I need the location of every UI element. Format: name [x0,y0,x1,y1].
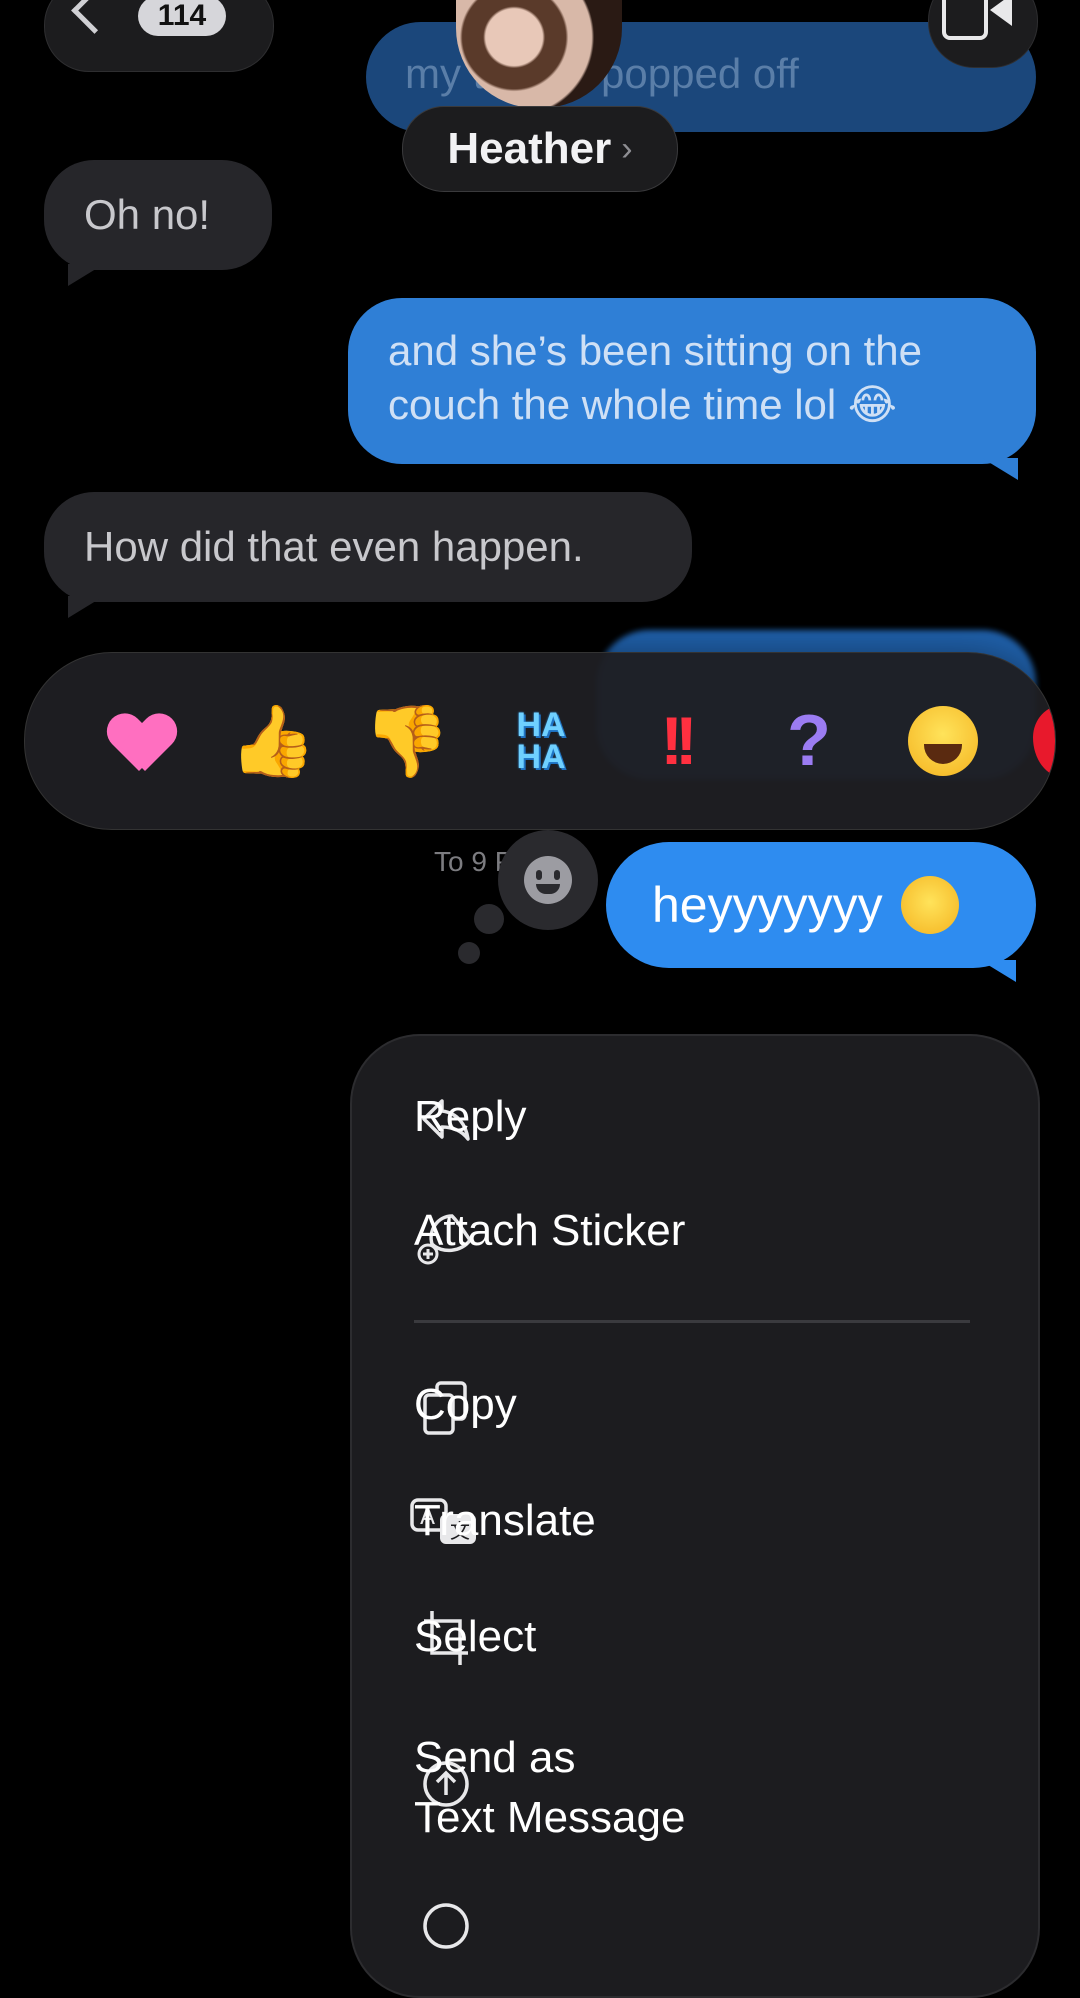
exclamation-icon: !! [660,703,697,779]
menu-item-copy[interactable]: Copy [414,1380,517,1430]
balloon-icon [1033,705,1055,777]
menu-item-send-as-text[interactable]: Send as Text Message [414,1728,685,1848]
smiley-icon [524,856,572,904]
video-camera-lens-icon [990,0,1012,26]
tapback-emphasize[interactable]: !! [625,691,725,791]
bubble-tail [980,960,1016,982]
message-text: and she’s been sitting on the couch the … [388,327,922,428]
bubble-tail [982,458,1018,480]
unread-count-badge: 114 [138,0,226,36]
message-text: heyyyyyyy [652,877,883,933]
tapback-heart[interactable] [89,691,189,791]
haha-icon: HA HA [516,706,566,776]
thought-dot [458,942,480,964]
contact-name: Heather [447,124,612,173]
thumbs-up-icon: 👍 [229,700,317,782]
tapback-question[interactable]: ? [759,691,859,791]
laughing-emoji-icon [908,706,978,776]
heart-icon [109,715,169,769]
message-text: Oh no! [84,191,211,238]
thought-dot [474,904,504,934]
menu-item-select[interactable]: Select [414,1612,536,1662]
selected-sent-message[interactable]: heyyyyyyy [606,842,1036,968]
thumbs-down-icon: 👎 [363,700,451,782]
tapback-bar: 👍 👎 HA HA !! ? [24,652,1056,830]
received-message[interactable]: How did that even happen. [44,492,692,602]
tapback-laugh-emoji[interactable] [893,691,993,791]
sent-message[interactable]: and she’s been sitting on the couch the … [348,298,1036,464]
bubble-tail [68,596,104,618]
menu-divider [414,1320,970,1323]
contact-name-button[interactable]: Heather › [402,106,678,192]
menu-item-translate[interactable]: Translate [414,1496,596,1546]
menu-item-attach-sticker[interactable]: Attach Sticker [414,1206,685,1256]
menu-item-reply[interactable]: Reply [414,1092,527,1142]
zany-face-emoji-icon [900,876,959,934]
chevron-right-icon: › [621,129,633,168]
bubble-tail [68,264,104,286]
add-reaction-button[interactable] [498,830,598,930]
tapback-haha[interactable]: HA HA [491,691,591,791]
more-icon [416,1896,476,1956]
received-message[interactable]: Oh no! [44,160,272,270]
tapback-balloon[interactable] [1017,691,1055,791]
video-camera-icon [942,0,988,40]
question-mark-icon: ? [787,701,831,781]
tapback-thumbs-down[interactable]: 👎 [357,691,457,791]
tapback-thumbs-up[interactable]: 👍 [223,691,323,791]
message-text: How did that even happen. [84,523,584,570]
